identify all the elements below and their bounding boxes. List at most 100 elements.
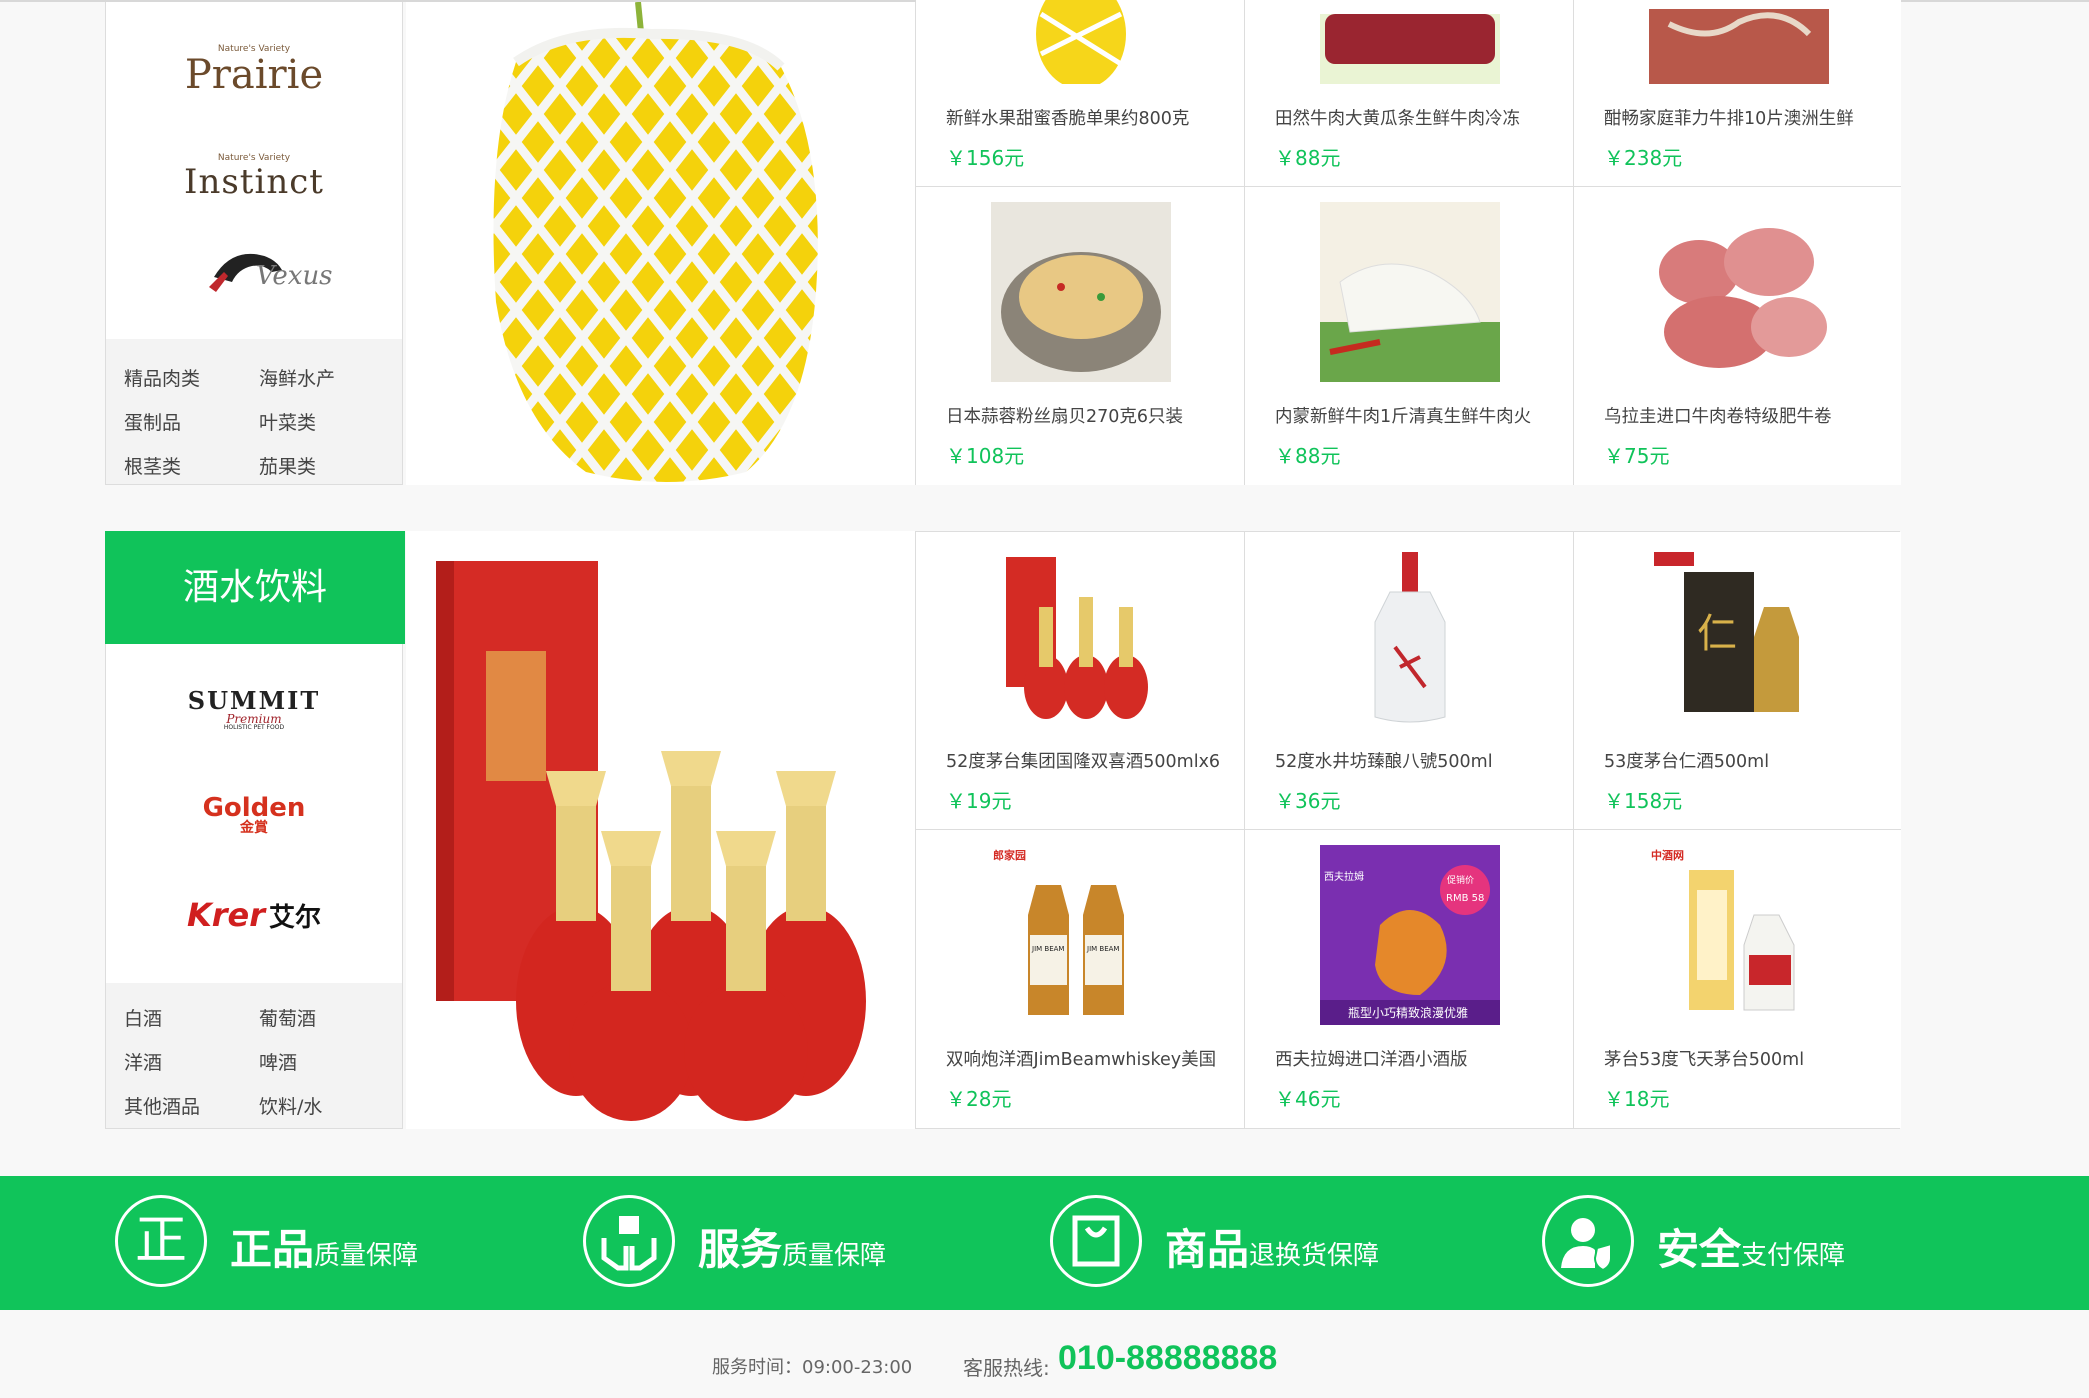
promo-badge: 促销价	[1447, 874, 1474, 886]
category-link[interactable]: 根茎类	[124, 452, 181, 479]
category-link[interactable]: 其他酒品	[124, 1092, 200, 1119]
jim-beam-pair-image: 郎家园 JIM BEAM JIM BEAM	[993, 848, 1124, 1015]
guarantee-subtitle: 支付保障	[1741, 1241, 1846, 1271]
product-card[interactable]: 郎家园 JIM BEAM JIM BEAM 双响炮洋酒JimBeamwhiskey美…	[916, 830, 1245, 1128]
product-price: ￥238元	[1604, 146, 1683, 170]
category-link[interactable]: 叶菜类	[259, 408, 316, 435]
shield-user-icon	[1542, 1195, 1634, 1287]
fresh-food-section: Nature's Variety Prairie Nature's Variet…	[105, 0, 1901, 485]
pear-in-net-image	[1036, 0, 1126, 84]
product-price: ￥158元	[1604, 789, 1683, 813]
brand-tagline: HOLISTIC PET FOOD	[223, 724, 285, 731]
fresh-brand-logos: Nature's Variety Prairie Nature's Variet…	[106, 2, 402, 338]
beef-rolls-image	[1649, 202, 1829, 382]
product-name: 乌拉圭进口牛肉卷特级肥牛卷	[1604, 407, 1832, 427]
brand-name: Prairie	[184, 52, 324, 98]
product-card[interactable]: 新鲜水果甜蜜香脆单果约800克 ￥156元	[916, 0, 1245, 187]
product-card[interactable]: 内蒙新鲜牛肉1斤清真生鲜牛肉火 ￥88元	[1245, 187, 1574, 485]
category-link[interactable]: 茄果类	[259, 452, 316, 479]
guarantee-icon-glyph: 正	[134, 1211, 187, 1271]
svg-text:仁: 仁	[1697, 611, 1737, 657]
product-image	[1649, 0, 1829, 84]
product-image	[1320, 202, 1500, 382]
product-image	[991, 202, 1171, 382]
zheng-icon: 正	[115, 1195, 207, 1287]
hotline-label: 客服热线:	[963, 1356, 1050, 1380]
drinks-product-grid: 52度茅台集团国隆双喜酒500mlx6 ￥19元 52度水井坊臻酿八號500ml…	[915, 531, 1901, 1129]
brand-logo-instinct[interactable]: Nature's Variety Instinct	[106, 137, 402, 217]
drinks-sidebar: 酒水饮料 SUMMIT Premium HOLISTIC PET FOOD Go…	[105, 531, 405, 1129]
product-name: 田然牛肉大黄瓜条生鲜牛肉冷冻	[1275, 109, 1520, 129]
section-title[interactable]: 酒水饮料	[105, 531, 405, 644]
pear-in-net-image	[493, 2, 818, 482]
garlic-scallop-image	[991, 202, 1171, 382]
guarantee-title: 商品	[1165, 1225, 1250, 1274]
product-card[interactable]: 田然牛肉大黄瓜条生鲜牛肉冷冻 ￥88元	[1245, 0, 1574, 187]
brand-name: Vexus	[256, 261, 333, 291]
product-tag: 郎家园	[993, 848, 1026, 862]
bag-icon	[1050, 1195, 1142, 1287]
brand-name: Golden	[202, 793, 306, 823]
product-image: 西夫拉姆 促销价 RMB 58 瓶型小巧精致浪漫优雅	[1320, 845, 1500, 1025]
product-card[interactable]: 酣畅家庭菲力牛排10片澳洲生鲜 ￥238元	[1574, 0, 1901, 187]
promo-price: RMB 58	[1446, 893, 1484, 904]
product-card[interactable]: 乌拉圭进口牛肉卷特级肥牛卷 ￥75元	[1574, 187, 1901, 485]
drinks-hero-image[interactable]	[406, 531, 916, 1129]
product-card[interactable]: 中酒网 茅台53度飞天茅台500ml ￥18元	[1574, 830, 1901, 1128]
red-baijiu-set-image	[1006, 557, 1148, 719]
hands-gift-icon	[583, 1195, 675, 1287]
hotline-number[interactable]: 010-88888888	[1058, 1339, 1277, 1378]
category-link[interactable]: 饮料/水	[259, 1092, 322, 1119]
product-name: 53度茅台仁酒500ml	[1604, 752, 1770, 772]
product-card[interactable]: 52度茅台集团国隆双喜酒500mlx6 ￥19元	[916, 532, 1245, 830]
category-link[interactable]: 啤酒	[259, 1048, 297, 1075]
product-image	[1320, 0, 1500, 84]
product-name: 日本蒜蓉粉丝扇贝270克6只装	[946, 407, 1184, 427]
moutai-box-image: 中酒网	[1651, 848, 1795, 1011]
brand-logo-golden[interactable]: Golden 金賞	[106, 775, 402, 855]
bag-icon	[1072, 1215, 1120, 1267]
product-price: ￥28元	[946, 1087, 1012, 1111]
product-card[interactable]: 仁 53度茅台仁酒500ml ￥158元	[1574, 532, 1901, 830]
category-link[interactable]: 洋酒	[124, 1048, 162, 1075]
product-price: ￥75元	[1604, 444, 1670, 468]
product-name: 西夫拉姆进口洋酒小酒版	[1275, 1050, 1468, 1070]
product-card[interactable]: 西夫拉姆 促销价 RMB 58 瓶型小巧精致浪漫优雅 西夫拉姆进口洋酒小酒版 ￥46元	[1245, 830, 1574, 1128]
brand-subtitle: 金賞	[240, 820, 268, 836]
fresh-hero-image[interactable]	[406, 2, 916, 485]
product-price: ￥18元	[1604, 1087, 1670, 1111]
brand-name: Instinct	[184, 162, 324, 202]
guarantee-subtitle: 质量保障	[314, 1241, 419, 1271]
tripe-image	[1320, 202, 1500, 382]
category-link[interactable]: 白酒	[124, 1004, 162, 1031]
product-price: ￥88元	[1275, 146, 1341, 170]
brand-logo-vexus[interactable]: Vexus	[106, 237, 402, 317]
category-link[interactable]: 蛋制品	[124, 408, 181, 435]
product-image	[1649, 202, 1829, 382]
brand-logo-krer[interactable]: Krer 艾尔	[106, 875, 402, 955]
brand-logo-prairie[interactable]: Nature's Variety Prairie	[106, 30, 402, 110]
brand-logo-summit[interactable]: SUMMIT Premium HOLISTIC PET FOOD	[106, 670, 402, 750]
product-card[interactable]: 52度水井坊臻酿八號500ml ￥36元	[1245, 532, 1574, 830]
raw-beef-image	[1320, 14, 1500, 84]
fresh-sidebar: Nature's Variety Prairie Nature's Variet…	[105, 2, 403, 485]
service-hours: 服务时间：09:00-23:00	[712, 1357, 913, 1378]
grilled-steak-image	[1649, 9, 1829, 84]
product-price: ￥46元	[1275, 1087, 1341, 1111]
product-price: ￥108元	[946, 444, 1025, 468]
category-link[interactable]: 海鲜水产	[259, 364, 335, 391]
guarantee-title: 安全	[1657, 1225, 1742, 1274]
footer: 服务时间：09:00-23:00 客服热线: 010-88888888	[0, 1310, 2089, 1398]
product-price: ￥88元	[1275, 444, 1341, 468]
guarantee-title: 正品	[230, 1225, 315, 1274]
product-card[interactable]: 日本蒜蓉粉丝扇贝270克6只装 ￥108元	[916, 187, 1245, 485]
ren-jiu-box-image: 仁	[1654, 552, 1799, 712]
promo-line: 瓶型小巧精致浪漫优雅	[1348, 1005, 1468, 1020]
product-name: 52度水井坊臻酿八號500ml	[1275, 752, 1493, 772]
category-link[interactable]: 精品肉类	[124, 364, 200, 391]
cognac-promo-image: 西夫拉姆 促销价 RMB 58 瓶型小巧精致浪漫优雅	[1320, 845, 1500, 1025]
product-price: ￥156元	[946, 146, 1025, 170]
product-name: 内蒙新鲜牛肉1斤清真生鲜牛肉火	[1275, 407, 1532, 427]
category-link[interactable]: 葡萄酒	[259, 1004, 316, 1031]
baijiu-gift-set-image	[436, 561, 866, 1121]
